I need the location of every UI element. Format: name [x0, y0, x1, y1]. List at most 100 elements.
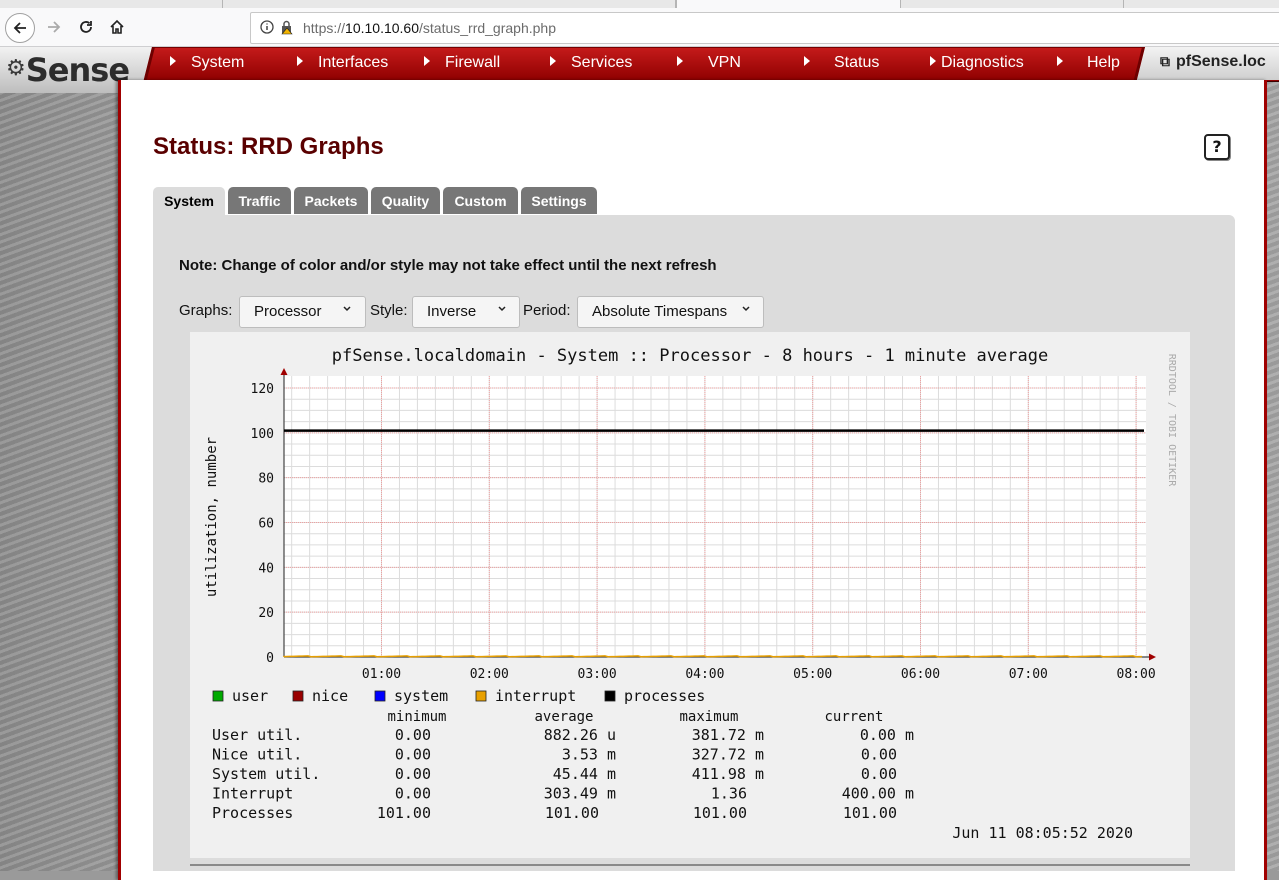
browser-navbar: https://10.10.10.60/status_rrd_graph.php	[0, 8, 1279, 47]
url-text: https://10.10.10.60/status_rrd_graph.php	[303, 20, 556, 36]
menu-diagnostics[interactable]: Diagnostics	[930, 54, 1024, 74]
legend-label-system: system	[394, 687, 448, 705]
tab-system[interactable]: System	[153, 187, 225, 216]
y-tick-label: 80	[258, 472, 274, 487]
caret-right-icon	[930, 56, 936, 66]
y-tick-label: 0	[266, 651, 274, 666]
stats-header: minimum	[387, 709, 446, 725]
menu-system[interactable]: System	[170, 54, 244, 74]
graphs-select-value: Processor	[254, 303, 322, 320]
stats-cell: 303.49 m	[544, 785, 616, 803]
stats-header: average	[534, 709, 593, 725]
chevron-down-icon	[742, 306, 750, 312]
stats-cell: 327.72 m	[692, 746, 764, 764]
legend-swatch-system	[374, 690, 386, 702]
insecure-lock-icon[interactable]	[279, 19, 295, 35]
stats-cell: 3.53 m	[562, 746, 616, 764]
stats-cell: 882.26 u	[544, 726, 616, 744]
stats-row-label: System util.	[212, 765, 320, 783]
stats-cell: 411.98 m	[692, 765, 764, 783]
hostname-label: ⧉ pfSense.loc	[1160, 53, 1266, 70]
stats-cell: 45.44 m	[553, 765, 616, 783]
legend-label-user: user	[232, 687, 268, 705]
stats-cell: 1.36	[711, 785, 747, 803]
menu-interfaces[interactable]: Interfaces	[297, 54, 388, 74]
menu-vpn[interactable]: VPN	[677, 54, 741, 74]
stats-cell: 101.00	[843, 804, 897, 822]
caret-right-icon	[804, 56, 810, 66]
y-axis-label: utilization, number	[204, 437, 220, 597]
stats-cell: 0.00	[395, 785, 431, 803]
style-select[interactable]: Inverse	[412, 296, 520, 328]
legend-swatch-processes	[604, 690, 616, 702]
rrd-chart-svg: 0 20 40 60 80 100 120 01:00 02:00 03:00 04:00 05:00…	[204, 346, 1177, 842]
tab-custom[interactable]: Custom	[443, 187, 518, 214]
menu-firewall[interactable]: Firewall	[424, 54, 500, 74]
style-select-value: Inverse	[427, 303, 477, 320]
caret-right-icon	[297, 56, 303, 66]
caret-right-icon	[550, 56, 556, 66]
x-tick-label: 03:00	[578, 667, 617, 682]
pfsense-logo[interactable]: ⚙Sense	[6, 51, 130, 89]
stats-cell: 101.00	[377, 804, 431, 822]
home-button[interactable]	[103, 13, 131, 41]
rrd-graph: 0 20 40 60 80 100 120 01:00 02:00 03:00 04:00 05:00…	[190, 332, 1190, 858]
caret-right-icon	[1057, 56, 1063, 66]
reload-button[interactable]	[72, 13, 100, 41]
x-tick-label: 01:00	[362, 667, 401, 682]
y-tick-label: 60	[258, 517, 274, 532]
y-axis-arrow	[280, 368, 288, 375]
x-tick-label: 05:00	[793, 667, 832, 682]
y-tick-label: 20	[258, 606, 274, 621]
menu-help[interactable]: Help	[1057, 54, 1120, 74]
chevron-down-icon	[343, 306, 351, 312]
browser-tab[interactable]	[223, 0, 676, 8]
tab-settings[interactable]: Settings	[521, 187, 597, 214]
graphs-select[interactable]: Processor	[239, 296, 366, 328]
chevron-down-icon	[498, 306, 506, 312]
stats-cell: 0.00 m	[860, 726, 914, 744]
tab-packets[interactable]: Packets	[294, 187, 368, 214]
caret-right-icon	[170, 56, 176, 66]
refresh-note: Note: Change of color and/or style may n…	[179, 257, 717, 274]
stats-row-label: User util.	[212, 726, 302, 744]
plot-area	[284, 376, 1146, 657]
stats-header: current	[824, 709, 883, 725]
tab-quality[interactable]: Quality	[371, 187, 440, 214]
info-icon[interactable]	[260, 20, 274, 34]
chart-title: pfSense.localdomain - System :: Processo…	[332, 346, 1048, 366]
menu-services[interactable]: Services	[550, 54, 632, 74]
browser-tab[interactable]	[900, 0, 1124, 8]
graphs-label: Graphs:	[179, 302, 233, 319]
x-tick-label: 02:00	[470, 667, 509, 682]
x-tick-label: 04:00	[685, 667, 724, 682]
y-tick-label: 120	[251, 382, 274, 397]
url-bar[interactable]: https://10.10.10.60/status_rrd_graph.php	[250, 12, 1279, 44]
legend-label-interrupt: interrupt	[495, 687, 576, 705]
legend-swatch-interrupt	[475, 690, 487, 702]
stats-row-label: Interrupt	[212, 785, 293, 803]
period-select[interactable]: Absolute Timespans	[577, 296, 764, 328]
back-button[interactable]	[5, 13, 35, 43]
browser-tab[interactable]	[0, 0, 223, 8]
caret-right-icon	[677, 56, 683, 66]
stats-cell: 0.00	[861, 746, 897, 764]
browser-tab-active[interactable]	[676, 0, 901, 8]
y-tick-label: 100	[251, 427, 274, 442]
style-label: Style:	[370, 302, 408, 319]
x-tick-label: 06:00	[901, 667, 940, 682]
stats-cell: 400.00 m	[842, 785, 914, 803]
forward-button[interactable]	[40, 13, 68, 41]
stats-cell: 0.00	[395, 765, 431, 783]
legend-swatch-user	[212, 690, 224, 702]
period-label: Period:	[523, 302, 571, 319]
menu-status[interactable]: Status	[804, 54, 879, 74]
legend-swatch-nice	[292, 690, 304, 702]
stats-row-label: Nice util.	[212, 746, 302, 764]
tab-traffic[interactable]: Traffic	[228, 187, 291, 214]
y-tick-label: 40	[258, 561, 274, 576]
legend-label-processes: processes	[624, 687, 705, 705]
stats-cell: 0.00	[861, 765, 897, 783]
reload-icon	[80, 21, 92, 33]
help-button[interactable]: ?	[1204, 134, 1230, 160]
